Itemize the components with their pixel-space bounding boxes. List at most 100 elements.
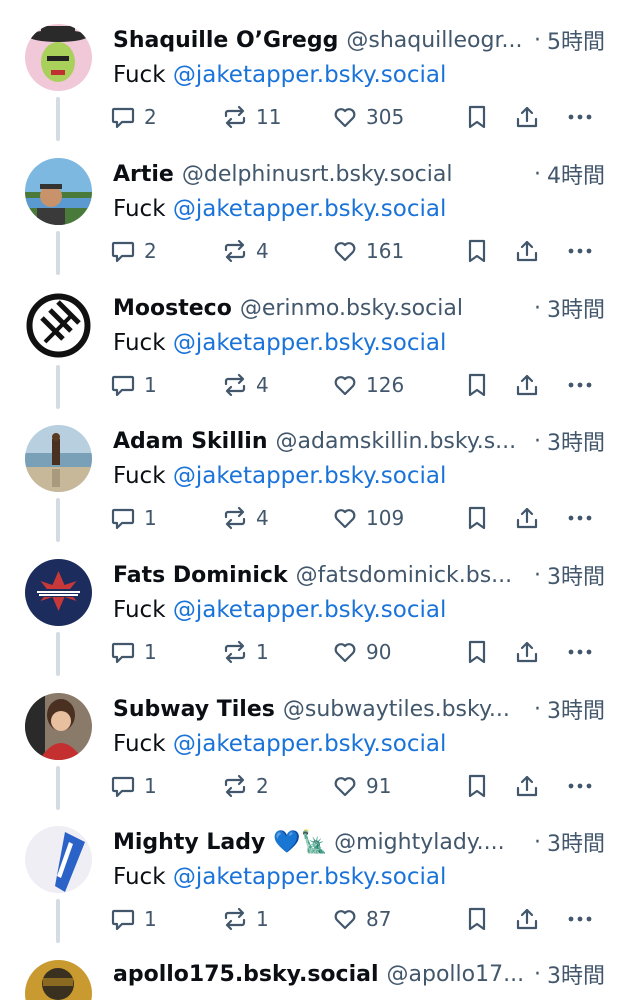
separator-dot: · <box>534 961 541 987</box>
author-handle[interactable]: @mightylady.... <box>334 830 528 855</box>
more-options-button[interactable] <box>566 771 594 801</box>
post-time[interactable]: 3時間 <box>547 292 605 324</box>
share-button[interactable] <box>514 370 540 400</box>
post-actions: 1 1 87 <box>110 904 600 934</box>
avatar-apollo-image <box>25 960 92 1000</box>
reply-button[interactable]: 2 <box>110 102 157 132</box>
post-item[interactable]: Artie @delphinusrt.bsky.social · 4時間 Fuc… <box>0 134 627 275</box>
like-button[interactable]: 90 <box>332 637 391 667</box>
author-handle[interactable]: @shaquilleogr... <box>346 28 528 53</box>
repost-button[interactable]: 4 <box>222 503 269 533</box>
avatar[interactable] <box>25 425 92 492</box>
more-options-button[interactable] <box>566 503 594 533</box>
post-item[interactable]: Shaquille O’Gregg @shaquilleogr... · 5時間… <box>0 0 627 141</box>
post-time[interactable]: 3時間 <box>547 559 605 591</box>
avatar[interactable] <box>25 960 92 1000</box>
share-button[interactable] <box>514 503 540 533</box>
post-time[interactable]: 3時間 <box>547 425 605 457</box>
bookmark-button[interactable] <box>464 637 490 667</box>
author-name[interactable]: Fats Dominick <box>113 563 288 588</box>
bookmark-button[interactable] <box>464 102 490 132</box>
bookmark-icon <box>468 239 486 263</box>
avatar[interactable] <box>25 158 92 225</box>
author-handle[interactable]: @subwaytiles.bsky... <box>283 697 528 722</box>
like-button[interactable]: 109 <box>332 503 404 533</box>
post-time[interactable]: 3時間 <box>547 693 605 725</box>
post-time[interactable]: 3時間 <box>547 826 605 858</box>
post-time[interactable]: 5時間 <box>547 24 605 56</box>
repost-count: 11 <box>256 105 282 129</box>
share-button[interactable] <box>514 236 540 266</box>
bookmark-button[interactable] <box>464 771 490 801</box>
reply-button[interactable]: 2 <box>110 236 157 266</box>
bookmark-button[interactable] <box>464 503 490 533</box>
share-button[interactable] <box>514 637 540 667</box>
mention-link[interactable]: @jaketapper.bsky.social <box>173 62 447 88</box>
share-button[interactable] <box>514 771 540 801</box>
bookmark-button[interactable] <box>464 236 490 266</box>
mention-link[interactable]: @jaketapper.bsky.social <box>173 864 447 890</box>
like-button[interactable]: 305 <box>332 102 404 132</box>
reply-button[interactable]: 1 <box>110 637 157 667</box>
mention-link[interactable]: @jaketapper.bsky.social <box>173 463 447 489</box>
author-name[interactable]: Adam Skillin <box>113 429 268 454</box>
more-options-button[interactable] <box>566 102 594 132</box>
author-handle[interactable]: @fatsdominick.bs... <box>296 563 528 588</box>
author-name[interactable]: apollo175.bsky.social <box>113 962 379 987</box>
post-item[interactable]: Adam Skillin @adamskillin.bsky.s... · 3時… <box>0 401 627 542</box>
share-button[interactable] <box>514 904 540 934</box>
mention-link[interactable]: @jaketapper.bsky.social <box>173 731 447 757</box>
bookmark-button[interactable] <box>464 370 490 400</box>
reply-icon <box>111 241 135 263</box>
author-handle[interactable]: @apollo17... <box>387 962 528 987</box>
like-button[interactable]: 161 <box>332 236 404 266</box>
author-name[interactable]: Shaquille O’Gregg <box>113 28 338 53</box>
like-button[interactable]: 91 <box>332 771 391 801</box>
avatar-artie-image <box>25 158 92 225</box>
repost-button[interactable]: 1 <box>222 637 269 667</box>
author-handle[interactable]: @delphinusrt.bsky.social <box>182 162 528 187</box>
mention-link[interactable]: @jaketapper.bsky.social <box>173 597 447 623</box>
reply-button[interactable]: 1 <box>110 904 157 934</box>
repost-button[interactable]: 4 <box>222 236 269 266</box>
avatar[interactable] <box>25 693 92 760</box>
reply-icon <box>111 508 135 530</box>
avatar[interactable] <box>25 826 92 893</box>
reply-count: 1 <box>144 373 157 397</box>
author-name[interactable]: Subway Tiles <box>113 697 275 722</box>
author-name[interactable]: Moosteco <box>113 296 232 321</box>
more-options-button[interactable] <box>566 637 594 667</box>
share-button[interactable] <box>514 102 540 132</box>
post-item[interactable]: Mighty Lady 💙🗽 @mightylady.... · 3時間 Fuc… <box>0 802 627 943</box>
repost-button[interactable]: 1 <box>222 904 269 934</box>
post-time[interactable]: 4時間 <box>547 158 605 190</box>
more-options-button[interactable] <box>566 370 594 400</box>
author-name[interactable]: Mighty Lady <box>113 830 265 855</box>
avatar[interactable] <box>25 559 92 626</box>
reply-button[interactable]: 1 <box>110 771 157 801</box>
bookmark-button[interactable] <box>464 904 490 934</box>
reply-button[interactable]: 1 <box>110 503 157 533</box>
bookmark-icon <box>468 105 486 129</box>
repost-button[interactable]: 11 <box>222 102 281 132</box>
author-handle[interactable]: @erinmo.bsky.social <box>240 296 528 321</box>
post-text-prefix: Fuck <box>113 330 173 356</box>
repost-button[interactable]: 4 <box>222 370 269 400</box>
author-name[interactable]: Artie <box>113 162 174 187</box>
more-options-button[interactable] <box>566 236 594 266</box>
post-item[interactable]: apollo175.bsky.social @apollo17... · 3時間 <box>0 936 627 1000</box>
avatar[interactable] <box>25 292 92 359</box>
mention-link[interactable]: @jaketapper.bsky.social <box>173 330 447 356</box>
avatar[interactable] <box>25 24 92 91</box>
mention-link[interactable]: @jaketapper.bsky.social <box>173 196 447 222</box>
post-item[interactable]: Fats Dominick @fatsdominick.bs... · 3時間 … <box>0 535 627 676</box>
post-item[interactable]: Moosteco @erinmo.bsky.social · 3時間 Fuck … <box>0 268 627 409</box>
post-time[interactable]: 3時間 <box>547 958 605 990</box>
more-options-button[interactable] <box>566 904 594 934</box>
reply-button[interactable]: 1 <box>110 370 157 400</box>
like-button[interactable]: 126 <box>332 370 404 400</box>
author-handle[interactable]: @adamskillin.bsky.s... <box>276 429 528 454</box>
repost-button[interactable]: 2 <box>222 771 269 801</box>
post-item[interactable]: Subway Tiles @subwaytiles.bsky... · 3時間 … <box>0 669 627 810</box>
like-button[interactable]: 87 <box>332 904 391 934</box>
